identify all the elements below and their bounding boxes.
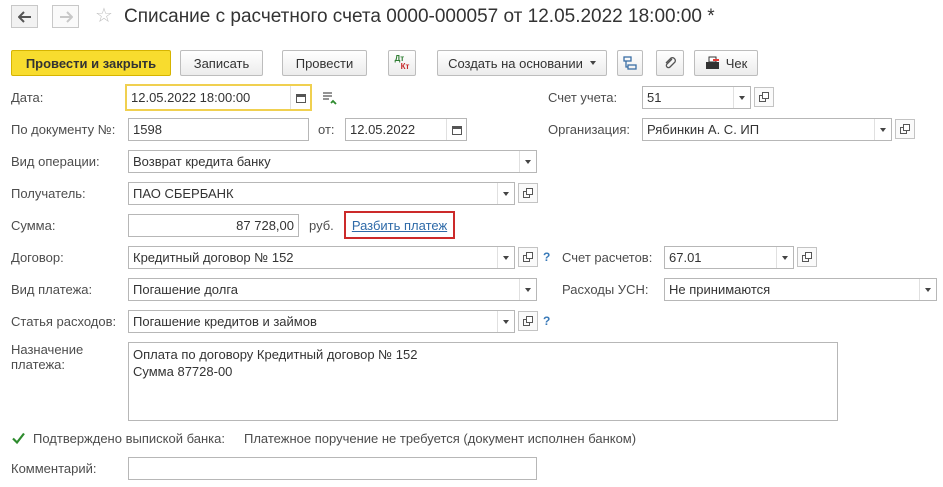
- organization-field[interactable]: Рябинкин А. С. ИП: [642, 118, 892, 141]
- receipt-button[interactable]: Чек: [694, 50, 758, 76]
- dt-kt-button[interactable]: Дт Кт: [388, 50, 416, 76]
- attach-button[interactable]: [656, 50, 684, 76]
- usn-expenses-label: Расходы УСН:: [562, 282, 649, 297]
- account-field[interactable]: 51: [642, 86, 751, 109]
- paperclip-icon: [665, 57, 676, 69]
- chevron-down-icon[interactable]: [733, 87, 750, 108]
- purpose-textarea[interactable]: Оплата по договору Кредитный договор № 1…: [128, 342, 838, 421]
- payment-type-label: Вид платежа:: [11, 282, 93, 297]
- doc-number-field[interactable]: 1598: [128, 118, 309, 141]
- comment-field[interactable]: [128, 457, 537, 480]
- payment-type-select[interactable]: Погашение долга: [128, 278, 537, 301]
- open-recipient-button[interactable]: [518, 183, 538, 203]
- purpose-label-line2: платежа:: [11, 357, 65, 372]
- chevron-down-icon[interactable]: [497, 311, 514, 332]
- split-payment-link[interactable]: Разбить платеж: [352, 218, 447, 233]
- settlement-account-field[interactable]: 67.01: [664, 246, 794, 269]
- chevron-down-icon[interactable]: [776, 247, 793, 268]
- sum-label: Сумма:: [11, 218, 56, 233]
- sum-field[interactable]: 87 728,00: [128, 214, 299, 237]
- recipient-field[interactable]: ПАО СБЕРБАНК: [128, 182, 515, 205]
- dt-kt-icon: Дт Кт: [394, 54, 410, 71]
- open-window-icon: [900, 124, 910, 134]
- open-contract-button[interactable]: [518, 247, 538, 267]
- contract-help-icon[interactable]: ?: [543, 250, 550, 264]
- chevron-down-icon[interactable]: [497, 247, 514, 268]
- operation-type-select[interactable]: Возврат кредита банку: [128, 150, 537, 173]
- payment-order-note: Платежное поручение не требуется (докуме…: [244, 431, 637, 446]
- chevron-down-icon[interactable]: [519, 279, 536, 300]
- date-label: Дата:: [11, 90, 44, 105]
- doc-date-label: от:: [318, 122, 335, 137]
- save-button[interactable]: Записать: [180, 50, 263, 76]
- contract-label: Договор:: [11, 250, 64, 265]
- post-button[interactable]: Провести: [282, 50, 367, 76]
- open-settlement-account-button[interactable]: [797, 247, 817, 267]
- expense-item-label: Статья расходов:: [11, 314, 117, 329]
- chevron-down-icon[interactable]: [919, 279, 936, 300]
- bank-confirmed-checkbox[interactable]: [11, 431, 26, 446]
- open-window-icon: [759, 92, 769, 102]
- expense-item-field[interactable]: Погашение кредитов и займов: [128, 310, 515, 333]
- recipient-label: Получатель:: [11, 186, 86, 201]
- open-window-icon: [523, 188, 533, 198]
- cash-register-icon: [705, 56, 719, 69]
- operation-type-label: Вид операции:: [11, 154, 100, 169]
- split-payment-link-highlight: Разбить платеж: [344, 211, 455, 239]
- open-organization-button[interactable]: [895, 119, 915, 139]
- favorite-star-icon[interactable]: ☆: [95, 5, 113, 27]
- open-window-icon: [523, 252, 533, 262]
- calendar-icon[interactable]: [446, 119, 466, 140]
- arrow-left-icon: [17, 10, 31, 23]
- arrow-right-icon: [59, 10, 73, 23]
- doc-date-field[interactable]: 12.05.2022: [345, 118, 467, 141]
- back-button[interactable]: [11, 5, 38, 28]
- settlement-account-label: Счет расчетов:: [562, 250, 653, 265]
- open-window-icon: [523, 316, 533, 326]
- doc-number-label: По документу №:: [11, 122, 116, 137]
- purpose-label-line1: Назначение: [11, 342, 84, 357]
- forward-button[interactable]: [52, 5, 79, 28]
- structure-button[interactable]: [617, 50, 643, 76]
- edit-number-icon[interactable]: [322, 91, 338, 108]
- contract-field[interactable]: Кредитный договор № 152: [128, 246, 515, 269]
- chevron-down-icon: [589, 61, 596, 65]
- chevron-down-icon[interactable]: [519, 151, 536, 172]
- hierarchy-icon: [623, 56, 637, 70]
- currency-label: руб.: [309, 218, 334, 233]
- organization-label: Организация:: [548, 122, 631, 137]
- account-label: Счет учета:: [548, 90, 618, 105]
- chevron-down-icon[interactable]: [497, 183, 514, 204]
- create-based-on-button[interactable]: Создать на основании: [437, 50, 607, 76]
- calendar-icon[interactable]: [290, 86, 310, 109]
- expense-item-help-icon[interactable]: ?: [543, 314, 550, 328]
- open-account-button[interactable]: [754, 87, 774, 107]
- page-title: Списание с расчетного счета 0000-000057 …: [124, 6, 715, 27]
- usn-expenses-select[interactable]: Не принимаются: [664, 278, 937, 301]
- comment-label: Комментарий:: [11, 461, 97, 476]
- date-field[interactable]: 12.05.2022 18:00:00: [125, 84, 312, 111]
- open-expense-item-button[interactable]: [518, 311, 538, 331]
- chevron-down-icon[interactable]: [874, 119, 891, 140]
- open-window-icon: [802, 252, 812, 262]
- bank-confirmed-label: Подтверждено выпиской банка:: [33, 431, 225, 446]
- post-and-close-button[interactable]: Провести и закрыть: [11, 50, 171, 76]
